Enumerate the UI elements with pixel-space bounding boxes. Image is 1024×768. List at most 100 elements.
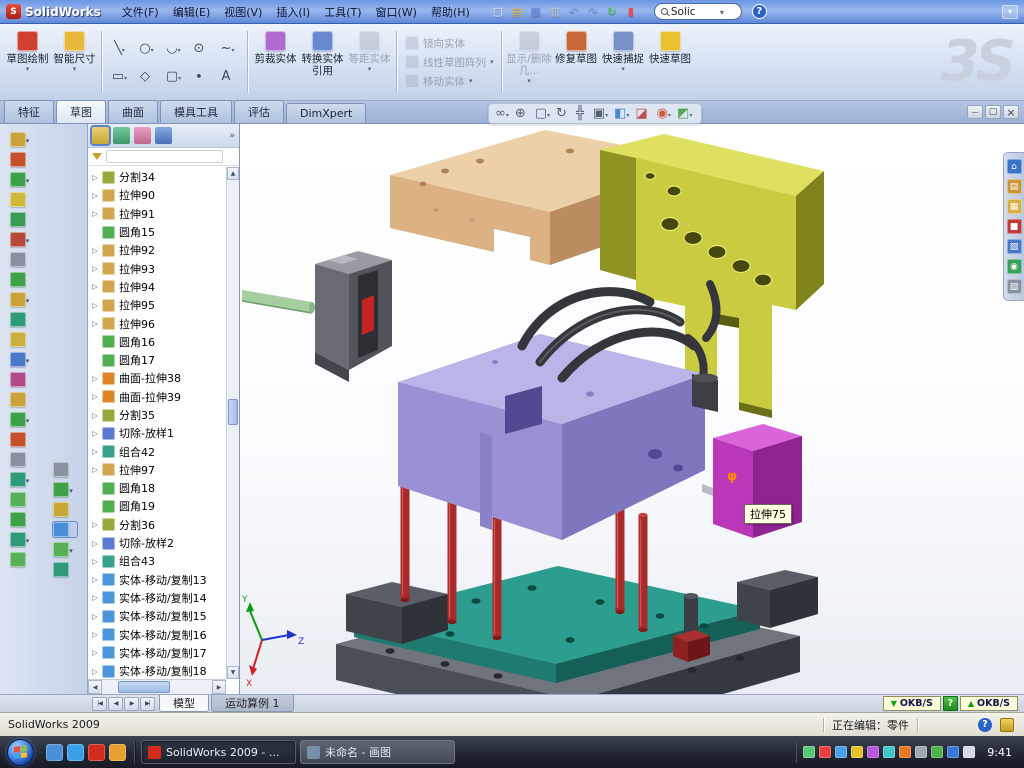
feature-tool-button[interactable] xyxy=(53,482,77,497)
appearance-icon[interactable]: ◉ xyxy=(657,107,674,120)
line-button[interactable]: ╲ xyxy=(108,35,134,61)
home-icon[interactable]: ⌂ xyxy=(1007,159,1022,174)
menu-item[interactable]: 文件(F) xyxy=(115,1,166,23)
mold-body-part[interactable] xyxy=(398,334,725,540)
trim-entities-button[interactable]: 剪裁实体 xyxy=(252,26,299,98)
undo-button[interactable]: ↶ xyxy=(565,3,583,21)
save-button[interactable]: ▦ xyxy=(527,3,545,21)
feature-tool-button[interactable] xyxy=(10,532,34,547)
spline-button[interactable]: ~ xyxy=(216,35,242,61)
display-delete-relations-button[interactable]: 显示/删除几... xyxy=(506,26,553,98)
dimxpert-manager-tab-icon[interactable] xyxy=(155,127,172,144)
feature-tool-button[interactable] xyxy=(10,212,34,227)
expand-icon[interactable] xyxy=(92,411,102,420)
taskbar-task-button[interactable]: SolidWorks 2009 - ... xyxy=(141,740,296,764)
scroll-left-icon[interactable] xyxy=(88,680,102,694)
tray-icon[interactable] xyxy=(963,746,975,758)
ribbon-tab[interactable]: 评估 xyxy=(234,100,284,123)
open-button[interactable]: ▤ xyxy=(508,3,526,21)
ribbon-tab[interactable]: 模具工具 xyxy=(160,100,232,123)
feature-tree-item[interactable]: 拉伸93 xyxy=(88,259,239,277)
polygon-button[interactable]: ◇ xyxy=(135,63,161,89)
feature-tree-item[interactable]: 拉伸96 xyxy=(88,314,239,332)
feature-tree-item[interactable]: 分割35 xyxy=(88,406,239,424)
scroll-up-icon[interactable] xyxy=(227,167,239,180)
feature-tool-button[interactable] xyxy=(10,512,34,527)
expand-icon[interactable] xyxy=(92,264,102,273)
help-button[interactable]: ? xyxy=(752,4,767,19)
menu-item[interactable]: 视图(V) xyxy=(217,1,269,23)
ribbon-tab[interactable]: 特征 xyxy=(4,100,54,123)
feature-tool-button[interactable] xyxy=(53,562,77,577)
feature-tool-button[interactable] xyxy=(10,352,34,367)
model-tab[interactable]: 模型 xyxy=(159,695,209,712)
scroll-thumb[interactable] xyxy=(118,681,170,693)
document-minimize-icon[interactable] xyxy=(967,105,983,119)
expand-icon[interactable] xyxy=(92,246,102,255)
taskbar-task-button[interactable]: 未命名 - 画图 xyxy=(300,740,455,764)
feature-tool-button[interactable] xyxy=(10,372,34,387)
expand-icon[interactable] xyxy=(92,301,102,310)
feature-tree-item[interactable]: 拉伸90 xyxy=(88,186,239,204)
toolbar-options-icon[interactable] xyxy=(1002,5,1018,19)
expand-icon[interactable] xyxy=(92,447,102,456)
expand-icon[interactable] xyxy=(92,593,102,602)
tab-scroll-prev-icon[interactable] xyxy=(108,697,123,711)
arc-button[interactable]: ◡ xyxy=(162,35,188,61)
tray-icon[interactable] xyxy=(899,746,911,758)
tray-icon[interactable] xyxy=(867,746,879,758)
mirror-entities-button[interactable]: 镜向实体 xyxy=(405,36,494,51)
status-help-icon[interactable]: ? xyxy=(978,718,992,732)
expand-icon[interactable] xyxy=(92,667,102,676)
feature-tree-item[interactable]: 圆角17 xyxy=(88,351,239,369)
feature-tool-button[interactable] xyxy=(10,252,34,267)
file-explorer-icon[interactable]: ▦ xyxy=(1007,199,1022,214)
tab-scroll-first-icon[interactable] xyxy=(92,697,107,711)
slot-button[interactable]: ▢ xyxy=(162,63,188,89)
ejector-rod-part[interactable] xyxy=(242,290,315,313)
feature-tree-item[interactable]: 分割36 xyxy=(88,516,239,534)
move-entities-button[interactable]: 移动实体 xyxy=(405,74,494,89)
tab-scroll-last-icon[interactable] xyxy=(140,697,155,711)
repair-sketch-button[interactable]: 修复草图 xyxy=(553,26,600,98)
rectangle-button[interactable]: ▭ xyxy=(108,63,134,89)
menu-item[interactable]: 编辑(E) xyxy=(166,1,218,23)
solidworks-resources-icon[interactable]: ■ xyxy=(1007,219,1022,234)
ribbon-tab[interactable]: 草图 xyxy=(56,100,106,123)
model-tab[interactable]: 运动算例 1 xyxy=(211,695,294,712)
feature-tool-button[interactable] xyxy=(10,132,34,147)
feature-tree-item[interactable]: 圆角18 xyxy=(88,479,239,497)
display-style-icon[interactable]: ◧ xyxy=(614,107,632,120)
feature-tool-button[interactable] xyxy=(10,492,34,507)
feature-tool-button[interactable] xyxy=(10,232,34,247)
scene-icon[interactable]: ◩ xyxy=(677,107,695,120)
feature-tool-button[interactable] xyxy=(10,472,34,487)
tray-icon[interactable] xyxy=(835,746,847,758)
expand-icon[interactable] xyxy=(92,319,102,328)
feature-tool-button[interactable] xyxy=(53,462,77,477)
feature-tool-button[interactable] xyxy=(10,412,34,427)
expand-icon[interactable] xyxy=(92,282,102,291)
pan-icon[interactable]: ╬ xyxy=(576,107,590,120)
menu-item[interactable]: 工具(T) xyxy=(317,1,368,23)
print-button[interactable]: ▥ xyxy=(546,3,564,21)
offset-entities-button[interactable]: 等距实体 xyxy=(346,26,393,98)
feature-tool-button[interactable] xyxy=(10,152,34,167)
rapid-sketch-button[interactable]: 快速草图 xyxy=(647,26,694,98)
rotate-view-icon[interactable]: ↻ xyxy=(556,107,573,120)
menu-item[interactable]: 窗口(W) xyxy=(369,1,424,23)
tray-icon[interactable] xyxy=(803,746,815,758)
feature-tool-button[interactable] xyxy=(10,392,34,407)
feature-tool-button[interactable] xyxy=(53,502,77,517)
expand-icon[interactable] xyxy=(92,429,102,438)
zoom-fit-icon[interactable]: ⊕ xyxy=(515,107,532,120)
ellipse-button[interactable]: ⊙ xyxy=(189,35,215,61)
expand-icon[interactable] xyxy=(92,612,102,621)
search-input[interactable] xyxy=(671,6,717,18)
feature-tree-item[interactable]: 实体-移动/复制17 xyxy=(88,644,239,662)
internet-explorer-icon[interactable] xyxy=(67,744,84,761)
carrier-block-part[interactable] xyxy=(315,251,392,382)
feature-tool-button[interactable] xyxy=(10,292,34,307)
net-help-icon[interactable]: ? xyxy=(943,696,958,711)
expand-icon[interactable] xyxy=(92,575,102,584)
